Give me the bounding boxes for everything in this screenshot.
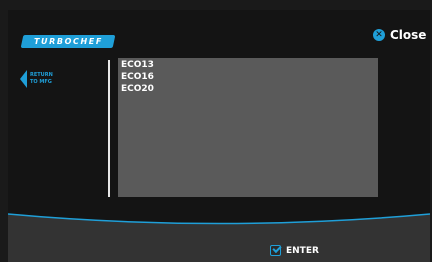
list-item[interactable]: ECO20	[118, 83, 378, 95]
footer-bar	[8, 213, 430, 262]
list-item[interactable]: ECO13	[118, 59, 378, 71]
close-button[interactable]: ✕ Close	[373, 28, 426, 42]
logo-text: TURBOCHEF	[33, 37, 103, 46]
turbochef-logo: TURBOCHEF	[20, 35, 116, 48]
checkbox-check-icon	[270, 245, 281, 256]
oven-screen: TURBOCHEF ✕ Close RETURN TO MFG ECO13 EC…	[8, 10, 430, 262]
enter-button[interactable]: ENTER	[270, 245, 319, 256]
enter-label: ENTER	[286, 245, 319, 256]
return-label: RETURN TO MFG	[30, 72, 53, 85]
close-icon: ✕	[373, 29, 385, 41]
arrow-left-icon	[20, 70, 27, 88]
footer-background	[8, 214, 430, 262]
divider-line	[108, 60, 110, 197]
menu-list: ECO13 ECO16 ECO20	[118, 58, 378, 197]
close-label: Close	[390, 28, 427, 42]
return-to-mfg-button[interactable]: RETURN TO MFG	[20, 70, 60, 88]
list-item[interactable]: ECO16	[118, 71, 378, 83]
